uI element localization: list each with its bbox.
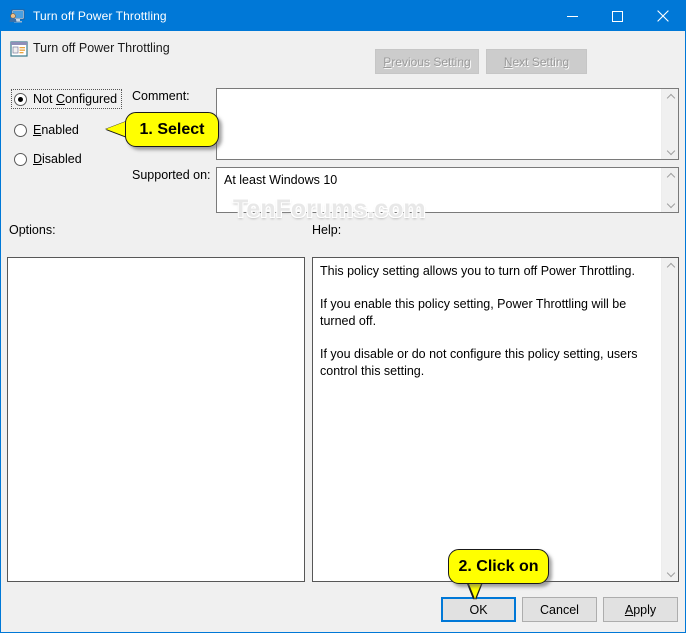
previous-setting-button[interactable]: Previous Setting: [375, 49, 479, 74]
scroll-down-icon[interactable]: [662, 142, 678, 159]
scroll-up-icon[interactable]: [662, 168, 678, 185]
supported-on-field[interactable]: At least Windows 10: [216, 167, 679, 213]
help-paragraph: If you disable or do not configure this …: [320, 347, 638, 378]
policy-setting-icon: [10, 40, 28, 58]
radio-label-disabled: Disabled: [33, 152, 82, 166]
supported-on-label: Supported on:: [132, 168, 211, 182]
close-icon[interactable]: [640, 1, 685, 31]
policy-user-monitor-icon: [9, 8, 25, 24]
help-paragraph: This policy setting allows you to turn o…: [320, 264, 635, 278]
scroll-up-icon[interactable]: [662, 89, 678, 106]
cancel-button[interactable]: Cancel: [522, 597, 597, 622]
supported-on-value: At least Windows 10: [224, 173, 338, 187]
policy-title: Turn off Power Throttling: [33, 41, 170, 55]
minimize-icon[interactable]: [550, 1, 595, 31]
supported-on-scrollbar[interactable]: [661, 168, 678, 212]
comment-input[interactable]: [216, 88, 679, 160]
comment-scrollbar[interactable]: [661, 89, 678, 159]
scroll-down-icon[interactable]: [662, 195, 678, 212]
help-scrollbar[interactable]: [661, 258, 678, 581]
callout-step-1: 1. Select: [125, 112, 219, 147]
callout-step-1-tail: [106, 121, 127, 137]
comment-label: Comment:: [132, 89, 190, 103]
radio-not-configured[interactable]: Not Configured: [11, 89, 123, 109]
scroll-up-icon[interactable]: [662, 258, 678, 275]
help-paragraph: If you enable this policy setting, Power…: [320, 297, 627, 328]
help-label: Help:: [312, 223, 342, 237]
radio-disabled[interactable]: Disabled: [11, 149, 86, 169]
help-text: This policy setting allows you to turn o…: [320, 263, 645, 380]
policy-header: Turn off Power Throttling Previous Setti…: [1, 32, 685, 82]
help-panel: This policy setting allows you to turn o…: [312, 257, 679, 582]
title-bar: Turn off Power Throttling: [1, 1, 685, 31]
maximize-icon[interactable]: [595, 1, 640, 31]
radio-indicator-enabled: [14, 123, 27, 137]
radio-label-not-configured: Not Configured: [33, 92, 118, 106]
next-setting-button[interactable]: Next Setting: [486, 49, 587, 74]
apply-button[interactable]: Apply: [603, 597, 678, 622]
radio-indicator-not-configured: [14, 92, 27, 106]
radio-indicator-disabled: [14, 152, 27, 166]
options-panel[interactable]: [7, 257, 305, 582]
ok-button[interactable]: OK: [441, 597, 516, 622]
window-title: Turn off Power Throttling: [33, 9, 167, 23]
radio-enabled[interactable]: Enabled: [11, 120, 83, 140]
callout-step-2: 2. Click on: [448, 549, 549, 584]
group-policy-setting-dialog: Turn off Power Throttling Turn off Power…: [0, 0, 686, 633]
options-label: Options:: [9, 223, 56, 237]
radio-label-enabled: Enabled: [33, 123, 79, 137]
caption-button-group: [550, 1, 685, 31]
scroll-down-icon[interactable]: [662, 564, 678, 581]
